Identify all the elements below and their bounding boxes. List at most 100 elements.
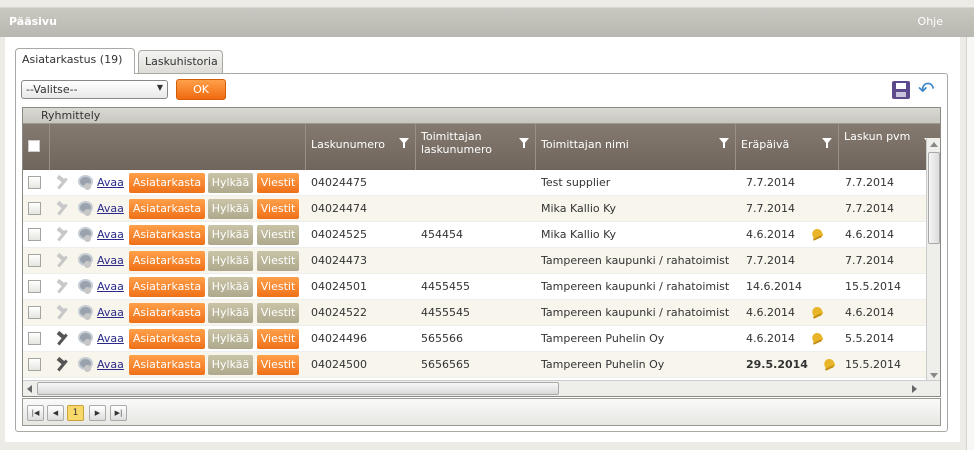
hammer-icon[interactable] [54,331,70,347]
grid-vertical-scrollbar[interactable] [926,138,940,382]
hammer-icon[interactable] [54,305,70,321]
header-toimittajan-nimi[interactable]: Toimittajan nimi [536,124,736,170]
gear-icon[interactable] [76,174,93,191]
cell-supplier-invoice-number [421,196,531,222]
gear-icon[interactable] [76,226,93,243]
reject-button[interactable]: Hylkää [208,355,253,375]
cell-invoice-date: 15.5.2014 [845,280,901,293]
hammer-icon[interactable] [54,201,70,217]
gear-icon[interactable] [76,252,93,269]
action-select[interactable]: --Valitse-- ▼ [21,80,168,99]
page-scrollbar[interactable] [966,37,974,450]
ok-button[interactable]: OK [176,79,226,100]
messages-button[interactable]: Viestit [257,329,299,349]
row-checkbox[interactable] [28,280,41,293]
open-link[interactable]: Avaa [97,274,124,300]
header-laskunumero[interactable]: Laskunumero [306,124,416,170]
messages-button[interactable]: Viestit [257,173,299,193]
review-button[interactable]: Asiatarkasta [129,329,205,349]
tab-asiatarkastus[interactable]: Asiatarkastus (19) [15,48,135,74]
table-row[interactable]: Avaa Asiatarkasta Hylkää Viestit 04024501 445… [23,274,928,300]
page-number-button[interactable]: 1 [67,405,84,421]
review-button[interactable]: Asiatarkasta [129,355,205,375]
hammer-icon[interactable] [54,279,70,295]
reject-button[interactable]: Hylkää [208,225,253,245]
open-link[interactable]: Avaa [97,222,124,248]
reject-button[interactable]: Hylkää [208,199,253,219]
table-row[interactable]: Avaa Asiatarkasta Hylkää Viestit 04024500 565… [23,352,928,378]
header-erapaiva[interactable]: Eräpäivä [736,124,839,170]
gear-icon[interactable] [76,330,93,347]
hammer-icon[interactable] [54,175,70,191]
messages-button[interactable]: Viestit [257,303,299,323]
tab-content: --Valitse-- ▼ OK ↶ Ryhmittely Laskunumer… [15,73,948,432]
filter-icon[interactable] [822,138,832,148]
table-row[interactable]: Avaa Asiatarkasta Hylkää Viestit 04024473 Tam… [23,248,928,274]
grid-horizontal-scrollbar[interactable] [23,380,940,396]
row-checkbox[interactable] [28,306,41,319]
help-link[interactable]: Ohje [918,15,943,28]
messages-button[interactable]: Viestit [257,199,299,219]
review-button[interactable]: Asiatarkasta [129,225,205,245]
open-link[interactable]: Avaa [97,248,124,274]
reject-button[interactable]: Hylkää [208,251,253,271]
hammer-icon[interactable] [54,227,70,243]
first-page-button[interactable]: |◀ [27,405,44,421]
gear-icon[interactable] [76,356,93,373]
open-link[interactable]: Avaa [97,352,124,378]
prev-page-button[interactable]: ◀ [47,405,64,421]
messages-button[interactable]: Viestit [257,277,299,297]
cell-due-date: 14.6.2014 [746,280,802,293]
messages-button[interactable]: Viestit [257,225,299,245]
review-button[interactable]: Asiatarkasta [129,173,205,193]
gear-icon[interactable] [76,304,93,321]
filter-icon[interactable] [519,138,529,148]
review-button[interactable]: Asiatarkasta [129,251,205,271]
scroll-left-icon[interactable] [27,385,32,393]
row-checkbox[interactable] [28,254,41,267]
row-checkbox[interactable] [28,358,41,371]
row-checkbox[interactable] [28,176,41,189]
scroll-right-icon[interactable] [912,385,917,393]
save-icon[interactable] [892,81,910,99]
undo-icon[interactable]: ↶ [918,79,940,99]
open-link[interactable]: Avaa [97,170,124,196]
review-button[interactable]: Asiatarkasta [129,199,205,219]
hammer-icon[interactable] [54,357,70,373]
group-bar[interactable]: Ryhmittely [23,108,940,124]
reject-button[interactable]: Hylkää [208,277,253,297]
filter-icon[interactable] [399,138,409,148]
gear-icon[interactable] [76,278,93,295]
scroll-down-icon[interactable] [930,373,938,378]
messages-button[interactable]: Viestit [257,251,299,271]
filter-icon[interactable] [719,138,729,148]
reject-button[interactable]: Hylkää [208,173,253,193]
header-laskun-pvm[interactable]: Laskun pvm [839,124,940,170]
row-checkbox[interactable] [28,228,41,241]
table-row[interactable]: Avaa Asiatarkasta Hylkää Viestit 04024522 445… [23,300,928,326]
tab-laskuhistoria[interactable]: Laskuhistoria [138,50,223,73]
next-page-button[interactable]: ▶ [89,405,106,421]
scroll-up-icon[interactable] [930,142,938,147]
table-row[interactable]: Avaa Asiatarkasta Hylkää Viestit 04024474 Mik… [23,196,928,222]
last-page-button[interactable]: ▶| [110,405,127,421]
table-row[interactable]: Avaa Asiatarkasta Hylkää Viestit 04024525 454… [23,222,928,248]
header-toimittajan-laskunumero[interactable]: Toimittajan laskunumero [416,124,536,170]
hammer-icon[interactable] [54,253,70,269]
scroll-thumb[interactable] [37,382,559,395]
open-link[interactable]: Avaa [97,300,124,326]
reject-button[interactable]: Hylkää [208,303,253,323]
open-link[interactable]: Avaa [97,196,124,222]
row-checkbox[interactable] [28,332,41,345]
select-all-checkbox[interactable] [28,140,40,152]
gear-icon[interactable] [76,200,93,217]
messages-button[interactable]: Viestit [257,355,299,375]
scroll-thumb[interactable] [928,152,940,244]
review-button[interactable]: Asiatarkasta [129,277,205,297]
table-row[interactable]: Avaa Asiatarkasta Hylkää Viestit 04024475 Tes… [23,170,928,196]
table-row[interactable]: Avaa Asiatarkasta Hylkää Viestit 04024496 565… [23,326,928,352]
reject-button[interactable]: Hylkää [208,329,253,349]
review-button[interactable]: Asiatarkasta [129,303,205,323]
open-link[interactable]: Avaa [97,326,124,352]
row-checkbox[interactable] [28,202,41,215]
